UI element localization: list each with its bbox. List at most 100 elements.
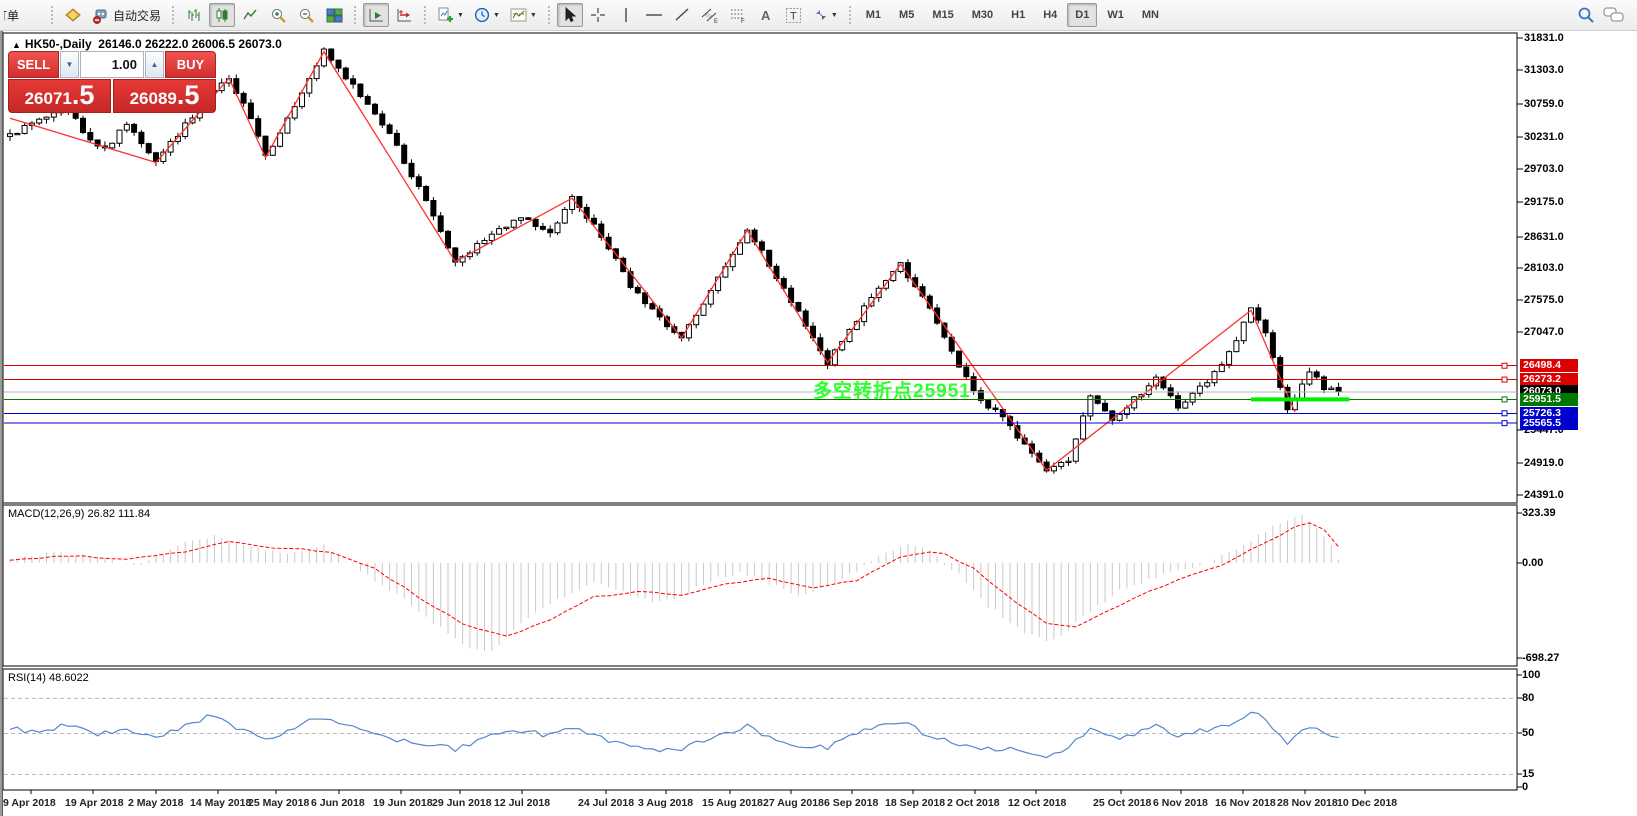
candle-body	[504, 227, 509, 228]
candle-body	[796, 302, 801, 311]
candle-body	[329, 49, 334, 60]
sell-price-display[interactable]: 26071.5	[8, 79, 111, 113]
date-axis-label: 6 Nov 2018	[1153, 797, 1208, 809]
candle-body	[1241, 322, 1246, 341]
chart-title: ▲HK50-,Daily 26146.0 26222.0 26006.5 260…	[12, 37, 282, 51]
candle-body	[37, 119, 42, 123]
candle-body	[117, 130, 122, 143]
buy-price-pip: .5	[177, 80, 200, 110]
candle-body	[1081, 416, 1086, 439]
date-axis-label: 10 Dec 2018	[1337, 797, 1397, 809]
candle-body	[1059, 462, 1064, 466]
candle-body	[365, 97, 370, 105]
rsi-axis-value: 80	[1522, 692, 1534, 704]
volume-input[interactable]: 1.00	[80, 51, 144, 78]
candle-body	[774, 266, 779, 278]
candle-body	[986, 400, 991, 408]
candle-body	[533, 219, 538, 226]
chart-canvas[interactable]	[0, 0, 1637, 816]
date-axis-label: 9 Apr 2018	[3, 797, 56, 809]
price-axis-value: 27575.0	[1524, 294, 1564, 306]
date-axis-label: 12 Jul 2018	[494, 797, 550, 809]
macd-axis-value: 323.39	[1522, 507, 1556, 519]
support-line-2-price-label: 25565.5	[1520, 417, 1578, 430]
collapse-quote-panel-icon[interactable]: ▲	[12, 40, 21, 50]
candle-body	[8, 134, 13, 137]
price-axis-value: 29175.0	[1524, 196, 1564, 208]
candle-body	[650, 304, 655, 309]
candle-body	[555, 223, 560, 233]
rsi-axis-value: 100	[1522, 669, 1540, 681]
candle-body	[110, 143, 115, 148]
volume-increase-button[interactable]: ▲	[145, 51, 164, 78]
support-line-1-handle[interactable]	[1502, 411, 1507, 416]
candle-body	[759, 242, 764, 250]
date-axis-label: 25 Oct 2018	[1093, 797, 1151, 809]
resistance-line-1-handle[interactable]	[1502, 363, 1507, 368]
candle-body	[1176, 396, 1181, 408]
candle-body	[358, 84, 363, 96]
candle-body	[402, 145, 407, 163]
rsi-axis-value: 0	[1522, 781, 1528, 793]
date-axis-label: 19 Apr 2018	[65, 797, 124, 809]
price-axis-value: 30231.0	[1524, 131, 1564, 143]
candle-body	[81, 118, 86, 132]
candle-body	[1336, 387, 1341, 391]
price-axis-value: 31303.0	[1524, 64, 1564, 76]
resistance-line-2-handle[interactable]	[1502, 377, 1507, 382]
candle-body	[1307, 372, 1312, 384]
buy-price-display[interactable]: 26089.5	[113, 79, 216, 113]
sell-button[interactable]: SELL	[8, 51, 59, 78]
date-axis-label: 3 Aug 2018	[638, 797, 693, 809]
resistance-line-1-price-label: 26498.4	[1520, 359, 1578, 372]
date-axis-label: 19 Jun 2018	[373, 797, 433, 809]
candle-body	[971, 377, 976, 391]
price-axis-value: 24919.0	[1524, 457, 1564, 469]
candle-body	[1066, 461, 1071, 462]
candle-body	[1234, 341, 1239, 352]
candle-body	[1051, 466, 1056, 470]
volume-decrease-button[interactable]: ▼	[60, 51, 79, 78]
date-axis-label: 12 Oct 2018	[1008, 797, 1066, 809]
candle-body	[1314, 372, 1319, 377]
candle-body	[1263, 320, 1268, 333]
candle-body	[957, 351, 962, 367]
candle-body	[497, 229, 502, 235]
candle-body	[343, 68, 348, 79]
candle-body	[1190, 393, 1195, 402]
buy-price-main: 26089	[130, 84, 177, 114]
buy-button[interactable]: BUY	[165, 51, 216, 78]
support-line-2-handle[interactable]	[1502, 421, 1507, 426]
pivot-annotation-text[interactable]: 多空转折点25951	[813, 376, 971, 403]
candle-body	[44, 117, 49, 119]
candle-body	[124, 124, 129, 130]
price-axis-value: 28631.0	[1524, 231, 1564, 243]
date-axis-label: 28 Nov 2018	[1277, 797, 1338, 809]
date-axis-label: 15 Aug 2018	[702, 797, 763, 809]
candle-body	[22, 125, 27, 133]
candle-body	[409, 163, 414, 176]
candle-body	[139, 132, 144, 143]
candle-body	[1256, 308, 1261, 320]
price-axis-value: 29703.0	[1524, 163, 1564, 175]
date-axis-label: 29 Jun 2018	[432, 797, 492, 809]
price-axis-value: 30759.0	[1524, 98, 1564, 110]
price-axis-value: 28103.0	[1524, 262, 1564, 274]
candle-body	[424, 186, 429, 200]
candle-body	[248, 103, 253, 119]
date-axis-label: 6 Jun 2018	[311, 797, 365, 809]
candle-body	[446, 231, 451, 247]
sell-price-main: 26071	[25, 84, 72, 114]
candle-body	[380, 114, 385, 125]
date-axis-label: 25 May 2018	[248, 797, 309, 809]
main-pane	[3, 33, 1517, 503]
rsi-axis-value: 50	[1522, 727, 1534, 739]
candle-body	[635, 287, 640, 292]
macd-axis-value: 0.00	[1522, 557, 1543, 569]
candle-body	[387, 125, 392, 133]
macd-pane	[3, 505, 1517, 666]
pivot-line-handle[interactable]	[1502, 397, 1507, 402]
candle-body	[351, 79, 356, 84]
date-axis-label: 27 Aug 2018	[763, 797, 824, 809]
pivot-line-price-label: 25951.5	[1520, 393, 1578, 406]
